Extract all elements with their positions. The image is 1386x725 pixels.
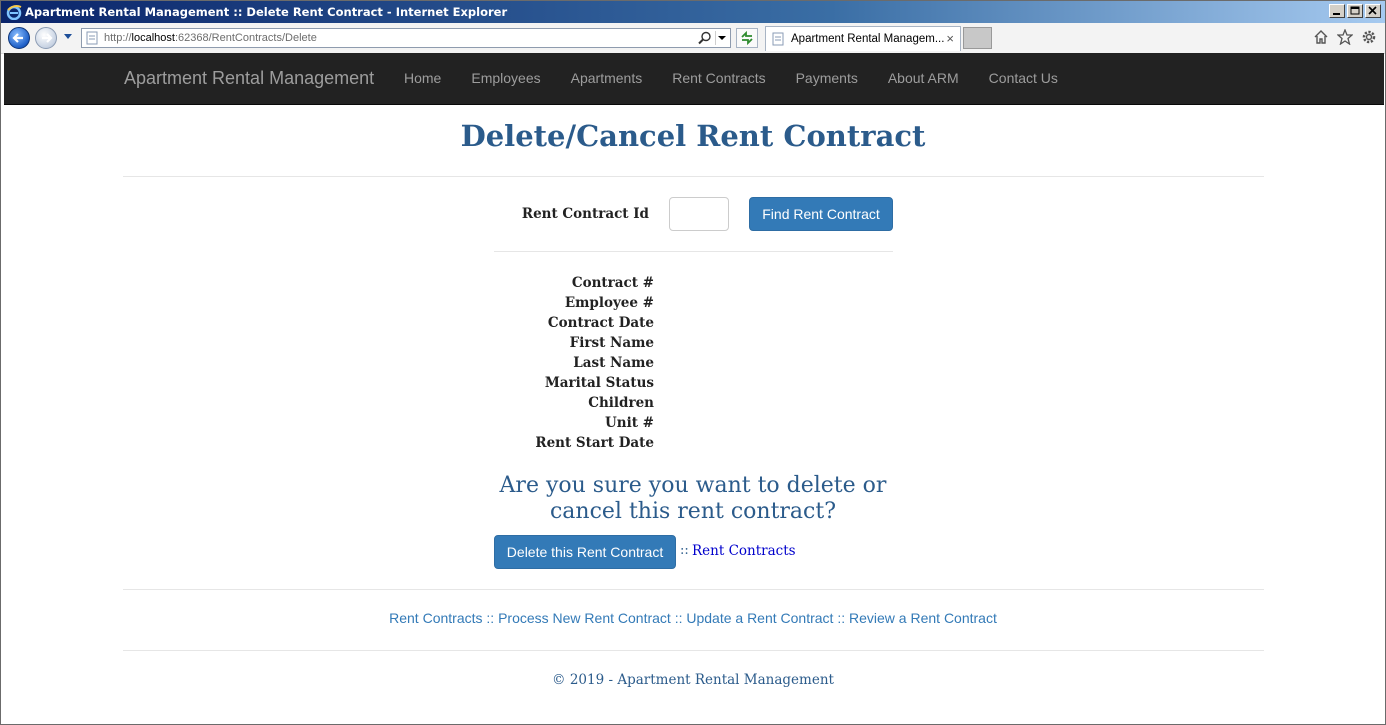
browser-window: Apartment Rental Management :: Delete Re… — [0, 0, 1386, 725]
window-title: Apartment Rental Management :: Delete Re… — [25, 5, 508, 19]
confirm-question-line-2: cancel this rent contract? — [549, 499, 836, 524]
rent-contract-id-input[interactable] — [669, 197, 729, 231]
chevron-down-icon — [718, 36, 726, 40]
delete-rent-contract-button[interactable]: Delete this Rent Contract — [494, 535, 676, 569]
rent-contract-id-label: Rent Contract Id — [521, 206, 649, 222]
employee-number-label: Employee # — [564, 295, 654, 311]
bottom-link-rent-contracts[interactable]: Rent Contracts — [389, 610, 482, 626]
close-button[interactable] — [1365, 4, 1381, 18]
home-icon[interactable] — [1313, 29, 1329, 45]
link-separator: :: — [837, 610, 850, 626]
last-name-label: Last Name — [573, 355, 654, 371]
find-rent-contract-button[interactable]: Find Rent Contract — [749, 197, 893, 231]
new-tab-button[interactable] — [963, 27, 992, 49]
site-navbar: Apartment Rental Management Home Employe… — [4, 53, 1384, 105]
tab-label: Apartment Rental Managem... — [791, 33, 945, 45]
divider — [494, 251, 893, 252]
confirm-question-line-1: Are you sure you want to delete or — [499, 473, 887, 498]
link-separator: :: — [674, 610, 687, 626]
contract-number-label: Contract # — [571, 275, 654, 291]
address-dropdown[interactable] — [715, 31, 728, 45]
nav-links: Home Employees Apartments Rent Contracts… — [389, 53, 1073, 103]
link-separator: :: — [486, 610, 499, 626]
title-bar: Apartment Rental Management :: Delete Re… — [1, 1, 1385, 23]
history-dropdown-icon[interactable] — [63, 33, 73, 41]
window-controls — [1329, 4, 1381, 20]
ie-logo-icon — [6, 5, 22, 20]
forward-arrow-icon — [42, 33, 53, 43]
maximize-button[interactable] — [1347, 4, 1363, 18]
contract-details: Contract # Employee # Contract Date Firs… — [501, 273, 654, 453]
link-separator: :: — [680, 543, 689, 558]
url-text: http://localhost:62368/RentContracts/Del… — [104, 32, 317, 44]
children-label: Children — [588, 395, 654, 411]
page-icon — [86, 31, 98, 45]
search-icon[interactable] — [698, 31, 712, 45]
marital-status-label: Marital Status — [544, 375, 654, 391]
refresh-button[interactable] — [736, 28, 758, 48]
page-title: Delete/Cancel Rent Contract — [460, 119, 926, 153]
divider — [123, 650, 1264, 651]
nav-about[interactable]: About ARM — [873, 53, 974, 103]
minimize-icon — [1333, 13, 1340, 15]
back-button[interactable] — [8, 27, 30, 49]
address-bar[interactable]: http://localhost:62368/RentContracts/Del… — [81, 28, 731, 48]
toolbar-right-icons — [1313, 29, 1377, 45]
divider — [123, 176, 1264, 177]
contract-date-label: Contract Date — [547, 315, 654, 331]
bottom-link-process-new[interactable]: Process New Rent Contract — [498, 610, 671, 626]
close-icon — [1368, 6, 1377, 15]
back-arrow-icon — [12, 33, 23, 43]
forward-button[interactable] — [35, 27, 57, 49]
nav-employees[interactable]: Employees — [456, 53, 555, 103]
bottom-link-update[interactable]: Update a Rent Contract — [686, 610, 833, 626]
nav-payments[interactable]: Payments — [781, 53, 873, 103]
browser-tab[interactable]: Apartment Rental Managem... × — [765, 26, 961, 51]
first-name-label: First Name — [569, 335, 654, 351]
tab-close-icon[interactable]: × — [946, 31, 954, 46]
refresh-icon — [741, 30, 753, 46]
nav-apartments[interactable]: Apartments — [556, 53, 658, 103]
divider — [123, 589, 1264, 590]
unit-number-label: Unit # — [605, 415, 654, 431]
rent-contracts-link[interactable]: Rent Contracts — [692, 543, 796, 559]
minimize-button[interactable] — [1329, 4, 1345, 18]
nav-contact[interactable]: Contact Us — [974, 53, 1073, 103]
star-icon[interactable] — [1337, 29, 1353, 45]
bottom-links: Rent Contracts :: Process New Rent Contr… — [1, 610, 1385, 626]
bottom-link-review[interactable]: Review a Rent Contract — [849, 610, 997, 626]
browser-toolbar: http://localhost:62368/RentContracts/Del… — [1, 23, 1385, 54]
page-icon — [772, 32, 784, 46]
rent-start-date-label: Rent Start Date — [535, 435, 654, 451]
nav-home[interactable]: Home — [389, 53, 456, 103]
brand-link[interactable]: Apartment Rental Management — [124, 53, 374, 103]
maximize-icon — [1350, 6, 1360, 15]
footer-copyright: © 2019 - Apartment Rental Management — [552, 672, 834, 688]
gear-icon[interactable] — [1361, 29, 1377, 45]
nav-rent-contracts[interactable]: Rent Contracts — [657, 53, 780, 103]
